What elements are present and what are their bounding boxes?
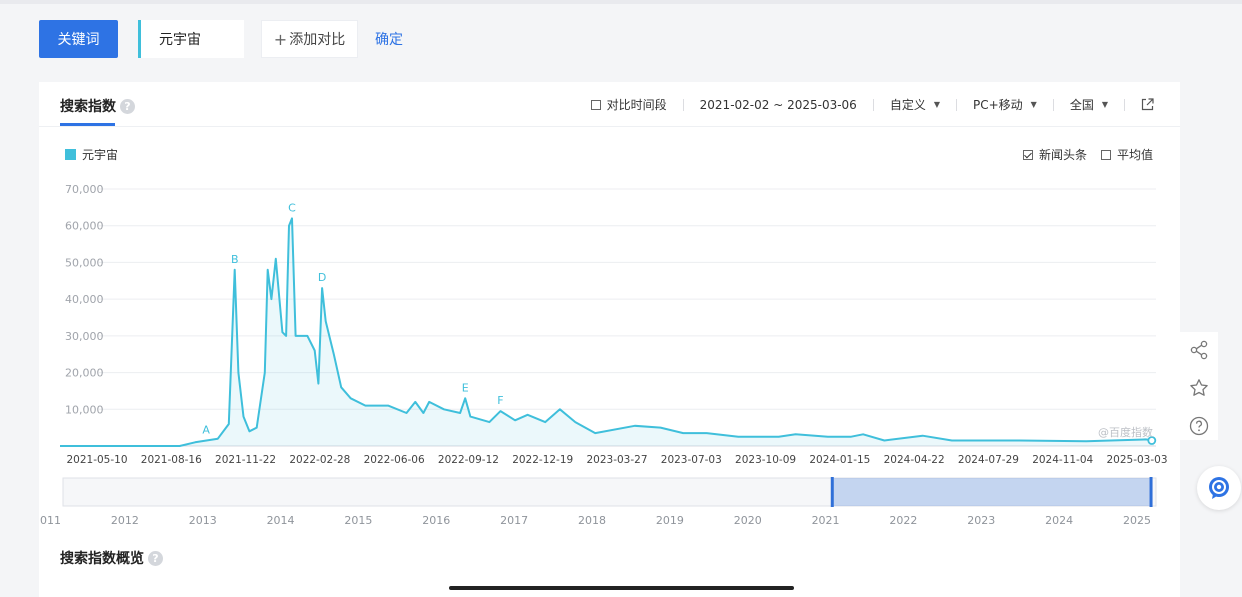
annotation-E: E: [462, 381, 469, 394]
navigator-year-label: 2012: [111, 514, 139, 527]
range-handle-end: [1149, 477, 1153, 507]
share-icon[interactable]: [1189, 340, 1209, 360]
overview-title-text: 搜索指数概览: [60, 551, 144, 567]
x-tick-label: 2023-07-03: [661, 454, 722, 466]
annotation-D: D: [318, 271, 326, 284]
navigator-year-label: 2013: [189, 514, 217, 527]
top-strip: [0, 0, 1242, 4]
confirm-link[interactable]: 确定: [375, 29, 403, 49]
y-tick-label: 60,000: [65, 220, 104, 233]
search-index-chart[interactable]: 70,000 60,000 50,000 40,000 30,000 20,000 10,0…: [39, 82, 1180, 542]
navigator-year-label: 2011: [39, 514, 61, 527]
range-handle-start: [830, 477, 834, 507]
navigator-year-label: 2022: [889, 514, 917, 527]
x-tick-label: 2023-10-09: [735, 454, 796, 466]
series-line-元宇宙: [60, 217, 1154, 447]
x-tick-label: 2021-11-22: [215, 454, 276, 466]
navigator-year-label: 2020: [734, 514, 762, 527]
x-tick-label: 2021-05-10: [66, 454, 127, 466]
navigator-year-label: 2023: [967, 514, 995, 527]
search-index-card: 搜索指数 ? 对比时间段 2021-02-02 ~ 2025-03-06 自定义…: [39, 82, 1180, 597]
help-icon[interactable]: [1189, 416, 1209, 436]
customer-service-button[interactable]: [1197, 466, 1241, 510]
y-tick-label: 40,000: [65, 293, 104, 306]
navigator-year-label: 2019: [656, 514, 684, 527]
navigator-year-label: 2018: [578, 514, 606, 527]
overview-section-title: 搜索指数概览 ?: [60, 548, 163, 568]
navigator-year-label: 2021: [812, 514, 840, 527]
range-selection: [832, 478, 1152, 506]
keyword-value: 元宇宙: [159, 32, 201, 48]
navigator-year-label: 2014: [267, 514, 295, 527]
annotation-F: F: [497, 394, 503, 407]
x-tick-label: 2024-01-15: [809, 454, 870, 466]
keyword-button[interactable]: 关键词: [39, 20, 118, 58]
navigator-year-label: 2015: [344, 514, 372, 527]
x-tick-label: 2022-02-28: [289, 454, 350, 466]
annotation-C: C: [288, 201, 296, 214]
annotation-A: A: [202, 423, 210, 436]
x-tick-label: 2024-11-04: [1032, 454, 1093, 466]
navigator-year-label: 2016: [422, 514, 450, 527]
side-toolbar: [1180, 332, 1218, 440]
navigator-year-label: 2017: [500, 514, 528, 527]
y-tick-label: 30,000: [65, 330, 104, 343]
x-tick-label: 2024-07-29: [958, 454, 1019, 466]
annotation-B: B: [231, 253, 239, 266]
x-tick-label: 2022-12-19: [512, 454, 573, 466]
y-tick-label: 10,000: [65, 403, 104, 416]
y-tick-label: 20,000: [65, 367, 104, 380]
plus-icon: +: [273, 29, 288, 49]
x-tick-label: 2022-06-06: [364, 454, 425, 466]
y-tick-label: 70,000: [65, 183, 104, 196]
x-tick-label: 2023-03-27: [586, 454, 647, 466]
add-compare-button[interactable]: + 添加对比: [261, 20, 358, 58]
watermark: @百度指数: [1098, 425, 1153, 439]
question-icon[interactable]: ?: [148, 550, 163, 566]
add-compare-label: 添加对比: [289, 32, 346, 48]
navigator-year-label: 2025: [1123, 514, 1151, 527]
x-tick-label: 2025-03-03: [1106, 454, 1167, 466]
keyword-input[interactable]: 元宇宙: [138, 20, 244, 58]
navigator-year-label: 2024: [1045, 514, 1073, 527]
star-icon[interactable]: [1189, 378, 1209, 398]
x-tick-label: 2021-08-16: [141, 454, 202, 466]
home-indicator: [449, 586, 794, 590]
series-area-fill: [60, 218, 1154, 446]
x-tick-label: 2022-09-12: [438, 454, 499, 466]
x-tick-label: 2024-04-22: [884, 454, 945, 466]
customer-service-icon: [1209, 477, 1229, 499]
y-tick-label: 50,000: [65, 256, 104, 269]
